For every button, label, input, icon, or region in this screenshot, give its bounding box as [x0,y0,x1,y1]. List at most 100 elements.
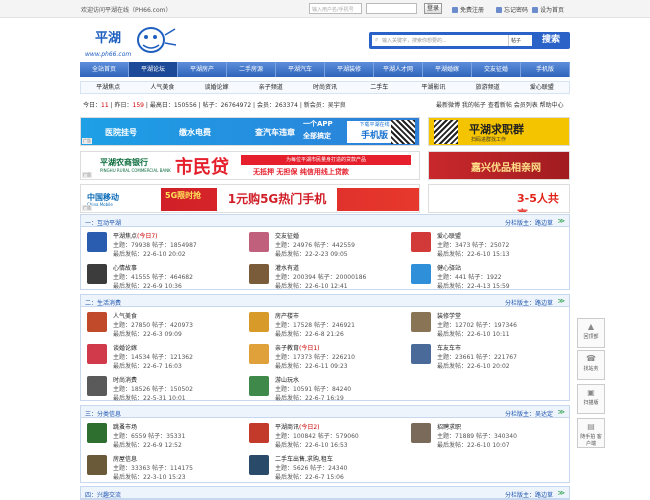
collapse-icon[interactable]: ≫ [558,489,565,497]
forum-item[interactable]: 平湖焦点(今日7) 主题：79938 帖子：1854987 最后发帖：22-6-10… [81,229,241,265]
side-tool[interactable]: ☎ 找站务 [577,350,605,380]
forum-item[interactable]: 跳蚤市场 主题：6559 帖子：35331 最后发帖：22-6-9 12:52 [81,420,241,456]
free-register-link[interactable]: 免费注册 [452,5,484,14]
quick-links[interactable]: 最新微博 我的帖子 查看新帖 会员列表 帮助中心 [436,100,564,109]
forum-item[interactable]: 健心驿站 主题：441 帖子：1922 最后发帖：22-4-13 15:59 [405,261,565,297]
forum-item[interactable]: 交友征婚 主题：24976 帖子：442559 最后发帖：22-2-23 09:05 [243,229,403,265]
forum-item[interactable]: 游山玩水 主题：10591 帖子：84240 最后发帖：22-6-7 16:19 [243,373,403,409]
subnav-item[interactable]: 旅游频道 [461,82,515,93]
forum-item[interactable]: 灌水有道 主题：200394 帖子：20000186 最后发帖：22-6-10 12… [243,261,403,297]
forum-last-post[interactable]: 最后发帖：22-6-10 12:41 [275,281,348,290]
forum-name[interactable]: 装修学堂 [437,311,461,320]
forum-name[interactable]: 健心驿站 [437,263,461,272]
collapse-icon[interactable]: ≫ [558,408,565,416]
search-button[interactable]: 搜索 [534,33,568,48]
nav-item[interactable]: 全站首页 [80,62,129,77]
side-tool[interactable]: ▲ 回顶部 [577,318,605,348]
nav-item[interactable]: 平湖婚嫁 [423,62,472,77]
forum-last-post[interactable]: 最后发帖：22-3-10 15:23 [113,472,186,481]
forum-item[interactable]: 心情故事 主题：41555 帖子：464682 最后发帖：22-6-9 10:36 [81,261,241,297]
forum-name[interactable]: 平湖焦点(今日7) [113,231,158,240]
forum-last-post[interactable]: 最后发帖：22-4-13 15:59 [437,281,510,290]
search-input[interactable]: 输入关键字，搜索你想要的... [372,35,508,46]
bank-loan-banner[interactable]: 平湖农商银行 PINGHU RURAL COMMERCIAL BANK 市民贷 … [80,151,420,180]
forum-last-post[interactable]: 最后发帖：22-6-7 15:06 [275,472,344,481]
forum-last-post[interactable]: 最后发帖：22-6-10 16:53 [275,440,348,449]
dating-banner[interactable]: 嘉兴优品相亲网 [428,151,570,180]
service-banner[interactable]: 医院挂号 缴水电费 查汽车违章 一个APP 全部搞定 下载平湖在线 手机版 广告 [80,117,420,146]
forum-name[interactable]: 交友征婚 [275,231,299,240]
forum-name[interactable]: 游山玩水 [275,375,299,384]
subnav-item[interactable]: 人气美食 [135,82,189,93]
nav-item[interactable]: 平湖汽车 [276,62,325,77]
forum-last-post[interactable]: 最后发帖：22-6-10 20:02 [113,249,186,258]
forum-item[interactable]: 人气美食 主题：27850 帖子：420973 最后发帖：22-6-3 09:09 [81,309,241,345]
subnav-item[interactable]: 亲子频道 [244,82,298,93]
section-header[interactable]: 一：互动平湖 分栏版主：路边草 ≫ [81,215,569,227]
job-group-banner[interactable]: 平湖求职群 扫码进群找工作 [428,117,570,146]
side-tool[interactable]: ▤ 随手拍 客户端 [577,418,605,448]
subnav-item[interactable]: 平湖焦点 [81,82,135,93]
forum-item[interactable]: 爱心联盟 主题：3473 帖子：25072 最后发帖：22-6-10 15:13 [405,229,565,265]
forum-last-post[interactable]: 最后发帖：22-6-7 16:19 [275,393,344,402]
subnav-item[interactable]: 平湖影讯 [406,82,460,93]
nav-item[interactable]: 平湖装修 [325,62,374,77]
forum-last-post[interactable]: 最后发帖：22-6-10 15:13 [437,249,510,258]
section-moderator[interactable]: 分栏版主：吴达定 [505,409,553,418]
forum-last-post[interactable]: 最后发帖：22-6-3 09:09 [113,329,182,338]
china-mobile-banner[interactable]: 中国移动 China Mobile 5G限时抢 1元购5G热门手机 广告 [80,184,420,213]
forum-name[interactable]: 车友车市 [437,343,461,352]
section-header[interactable]: 四：兴趣交流 分栏版主：路边草 ≫ [81,487,569,499]
forum-item[interactable]: 谈婚论嫁 主题：14534 帖子：121362 最后发帖：22-6-7 16:03 [81,341,241,377]
forum-name[interactable]: 招聘求职 [437,422,461,431]
section-moderator[interactable]: 分栏版主：路边草 [505,218,553,227]
forum-name[interactable]: 房屋信息 [113,454,137,463]
subnav-item[interactable]: 二手车 [352,82,406,93]
nav-item[interactable]: 交友征婚 [472,62,521,77]
username-input[interactable]: 输入用户名/手机号 [309,3,362,14]
forum-last-post[interactable]: 最后发帖：22-6-9 12:52 [113,440,182,449]
forum-item[interactable]: 时尚消费 主题：18526 帖子：150502 最后发帖：22-5-31 10:01 [81,373,241,409]
section-moderator[interactable]: 分栏版主：路边草 [505,490,553,499]
password-input[interactable] [366,3,417,14]
forum-item[interactable]: 平湖商讯(今日2) 主题：100842 帖子：579060 最后发帖：22-6-10… [243,420,403,456]
forum-name[interactable]: 时尚消费 [113,375,137,384]
telecom-banner[interactable]: 3-5人共享 [428,184,570,213]
forum-item[interactable]: 亲子教育(今日1) 主题：17373 帖子：226210 最后发帖：22-6-11 … [243,341,403,377]
nav-item[interactable]: 平湖房产 [178,62,227,77]
forgot-password-link[interactable]: 忘记密码 [496,5,528,14]
forum-last-post[interactable]: 最后发帖：22-6-7 16:03 [113,361,182,370]
forum-last-post[interactable]: 最后发帖：22-2-23 09:05 [275,249,348,258]
newest-member-link[interactable]: 吴宇良 [328,102,346,109]
forum-name[interactable]: 谈婚论嫁 [113,343,137,352]
forum-item[interactable]: 房产楼市 主题：17528 帖子：246921 最后发帖：22-6-8 21:26 [243,309,403,345]
login-button[interactable]: 登录 [424,3,442,14]
forum-name[interactable]: 跳蚤市场 [113,422,137,431]
forum-item[interactable]: 房屋信息 主题：33363 帖子：114175 最后发帖：22-3-10 15:23 [81,452,241,488]
forum-item[interactable]: 车友车市 主题：23661 帖子：221767 最后发帖：22-6-10 20:02 [405,341,565,377]
forum-name[interactable]: 爱心联盟 [437,231,461,240]
subnav-item[interactable]: 谈婚论嫁 [189,82,243,93]
forum-item[interactable]: 招聘求职 主题：71889 帖子：340340 最后发帖：22-6-10 10:07 [405,420,565,456]
forum-last-post[interactable]: 最后发帖：22-6-9 10:36 [113,281,182,290]
forum-name[interactable]: 平湖商讯(今日2) [275,422,320,431]
forum-item[interactable]: 装修学堂 主题：12702 帖子：197346 最后发帖：22-6-10 10:11 [405,309,565,345]
collapse-icon[interactable]: ≫ [558,297,565,305]
forum-last-post[interactable]: 最后发帖：22-6-10 10:11 [437,329,510,338]
nav-item[interactable]: 手机版 [521,62,570,77]
search-scope-select[interactable]: 帖子 [508,35,532,46]
forum-name[interactable]: 灌水有道 [275,263,299,272]
forum-last-post[interactable]: 最后发帖：22-6-11 09:23 [275,361,348,370]
forum-last-post[interactable]: 最后发帖：22-6-10 10:07 [437,440,510,449]
side-tool[interactable]: ▣ 扫描版 [577,384,605,414]
set-homepage-link[interactable]: 设为首页 [532,5,564,14]
forum-name[interactable]: 房产楼市 [275,311,299,320]
forum-last-post[interactable]: 最后发帖：22-6-10 20:02 [437,361,510,370]
forum-name[interactable]: 二手车出售,求购,租车 [275,454,333,463]
nav-item[interactable]: 平湖论坛 [129,62,178,77]
forum-last-post[interactable]: 最后发帖：22-6-8 21:26 [275,329,344,338]
section-header[interactable]: 三：分类信息 分栏版主：吴达定 ≫ [81,406,569,418]
forum-item[interactable]: 二手车出售,求购,租车 主题：5626 帖子：24340 最后发帖：22-6-7 1… [243,452,403,488]
subnav-item[interactable]: 爱心联盟 [515,82,569,93]
subnav-item[interactable]: 时尚资讯 [298,82,352,93]
